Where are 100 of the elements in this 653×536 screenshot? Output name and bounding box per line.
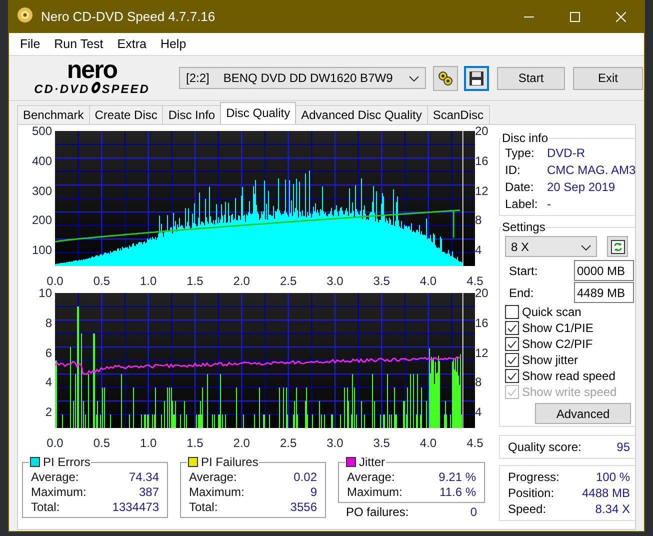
advanced-button[interactable]: Advanced — [535, 403, 631, 424]
axis-label: 8 — [44, 316, 52, 330]
field-label: ID: — [505, 162, 522, 179]
chevron-icon — [581, 244, 591, 250]
window-title: Nero CD-DVD Speed 4.7.7.16 — [41, 9, 216, 24]
axis-label: 2.0 — [232, 436, 251, 450]
stat-label: Maximum: — [189, 485, 244, 500]
speed-dropdown[interactable]: 8 X — [505, 236, 597, 257]
axis-label: 12 — [475, 346, 490, 360]
axis-label: 0.0 — [46, 436, 64, 450]
start-button[interactable]: Start — [497, 66, 565, 90]
stat-value: 74.34 — [128, 470, 159, 485]
maximize-icon — [570, 12, 580, 22]
group-title: PI Failures — [201, 455, 258, 469]
stat-label: Average: — [347, 470, 395, 485]
group-title: Disc info — [501, 131, 550, 145]
field-value: 20 Sep 2019 — [547, 179, 616, 196]
stat-value: 1334473 — [112, 500, 159, 515]
field-value: 4488 MB — [582, 485, 630, 501]
axis-label: 6 — [44, 346, 52, 360]
field-label: Quality score: — [508, 439, 582, 455]
tab[interactable]: Advanced Disc Quality — [295, 105, 428, 124]
axis-label: 1.0 — [138, 274, 158, 288]
end-field[interactable]: 4489 MB — [574, 282, 634, 303]
group-title: Settings — [501, 220, 546, 234]
field-label: Position: — [508, 485, 554, 501]
stat-value: 9.21 % — [438, 470, 476, 485]
checkbox[interactable] — [505, 353, 519, 367]
refresh-button[interactable] — [607, 236, 628, 257]
checkbox-label[interactable]: Show jitter — [522, 353, 578, 367]
group-title: PI Errors — [43, 455, 90, 469]
axis-label: 0.5 — [92, 436, 111, 450]
axis-label: 1.0 — [138, 436, 158, 450]
stat-label: Average: — [189, 470, 237, 485]
axis-label: 100 — [30, 243, 52, 258]
axis-label: 300 — [30, 184, 52, 198]
axis-label: 16 — [475, 316, 490, 330]
checkbox[interactable] — [505, 305, 519, 319]
axis-label: 2.0 — [232, 274, 251, 288]
stat-label: Maximum: — [31, 485, 86, 500]
save-button[interactable] — [464, 66, 489, 90]
axis-label: 0.0 — [46, 274, 64, 288]
field-value: 95 — [616, 439, 630, 455]
tab[interactable]: Disc Quality — [220, 102, 296, 124]
menu-item[interactable]: Run Test — [47, 37, 110, 51]
axis-label: 400 — [30, 154, 52, 168]
checkbox-label[interactable]: Quick scan — [522, 305, 582, 319]
checkbox[interactable] — [505, 369, 519, 383]
tab[interactable]: Benchmark — [17, 105, 90, 124]
field-value: - — [547, 196, 552, 213]
exit-button[interactable]: Exit — [573, 66, 643, 90]
axis-label: 4.0 — [418, 436, 438, 450]
axis-label: 20 — [475, 286, 490, 300]
logo-text: CD·DVD — [34, 82, 90, 94]
axis-label: 10 — [38, 286, 52, 300]
axis-label: 2 — [44, 405, 52, 420]
menu-item[interactable]: File — [13, 37, 48, 51]
checkbox-label: Show write speed — [522, 385, 617, 399]
axis-label: 3.5 — [372, 274, 391, 288]
axis-label: 8 — [475, 213, 483, 228]
axis-label: 200 — [30, 213, 52, 228]
stat-label: Average: — [31, 470, 79, 485]
axis-label: 3.0 — [326, 436, 344, 450]
field-value: 8.34 X — [595, 501, 630, 517]
stat-value: 11.6 % — [440, 485, 476, 500]
axis-label: 4 — [44, 375, 52, 390]
menu-item[interactable]: Extra — [110, 37, 154, 51]
field-label: Progress: — [508, 469, 560, 485]
checkbox-label[interactable]: Show C2/PIF — [522, 337, 593, 351]
stat-value: 0.02 — [294, 470, 317, 485]
field-value: 100 % — [596, 469, 630, 485]
field-value: DVD-R — [547, 145, 586, 162]
checkbox[interactable] — [505, 337, 519, 351]
stat-label: Maximum: — [347, 485, 402, 500]
axis-label: 3.0 — [326, 274, 344, 288]
drive-dropdown[interactable]: [2:2] BENQ DVD DD DW1620 B7W9 — [179, 67, 426, 89]
stat-label: Total: — [189, 500, 218, 515]
options-button[interactable] — [433, 66, 458, 90]
stat-value: 387 — [138, 485, 159, 500]
stat-value: 3556 — [290, 500, 317, 515]
start-field[interactable]: 0000 MB — [574, 260, 634, 281]
checkbox-label[interactable]: Show C1/PIE — [522, 321, 594, 335]
field-label: End: — [509, 286, 534, 300]
menu-item[interactable]: Help — [153, 37, 194, 51]
field-label: Label: — [505, 196, 539, 213]
field-label: Speed: — [508, 501, 546, 517]
chain-icon — [437, 70, 454, 86]
field-label: Date: — [505, 179, 535, 196]
axis-label: 0.5 — [92, 274, 111, 288]
axis-label: 12 — [475, 184, 490, 198]
axis-label: 3.5 — [372, 436, 391, 450]
axis-label: 4 — [475, 405, 483, 420]
checkbox[interactable] — [505, 321, 519, 335]
axis-label: 2.5 — [278, 274, 298, 288]
checkbox-label[interactable]: Show read speed — [522, 369, 616, 383]
axis-label: 16 — [475, 154, 490, 168]
tab[interactable]: ScanDisc — [426, 105, 490, 124]
close-icon — [616, 12, 626, 22]
axis-label: 1.5 — [186, 274, 204, 288]
field-label: Start: — [509, 264, 538, 278]
